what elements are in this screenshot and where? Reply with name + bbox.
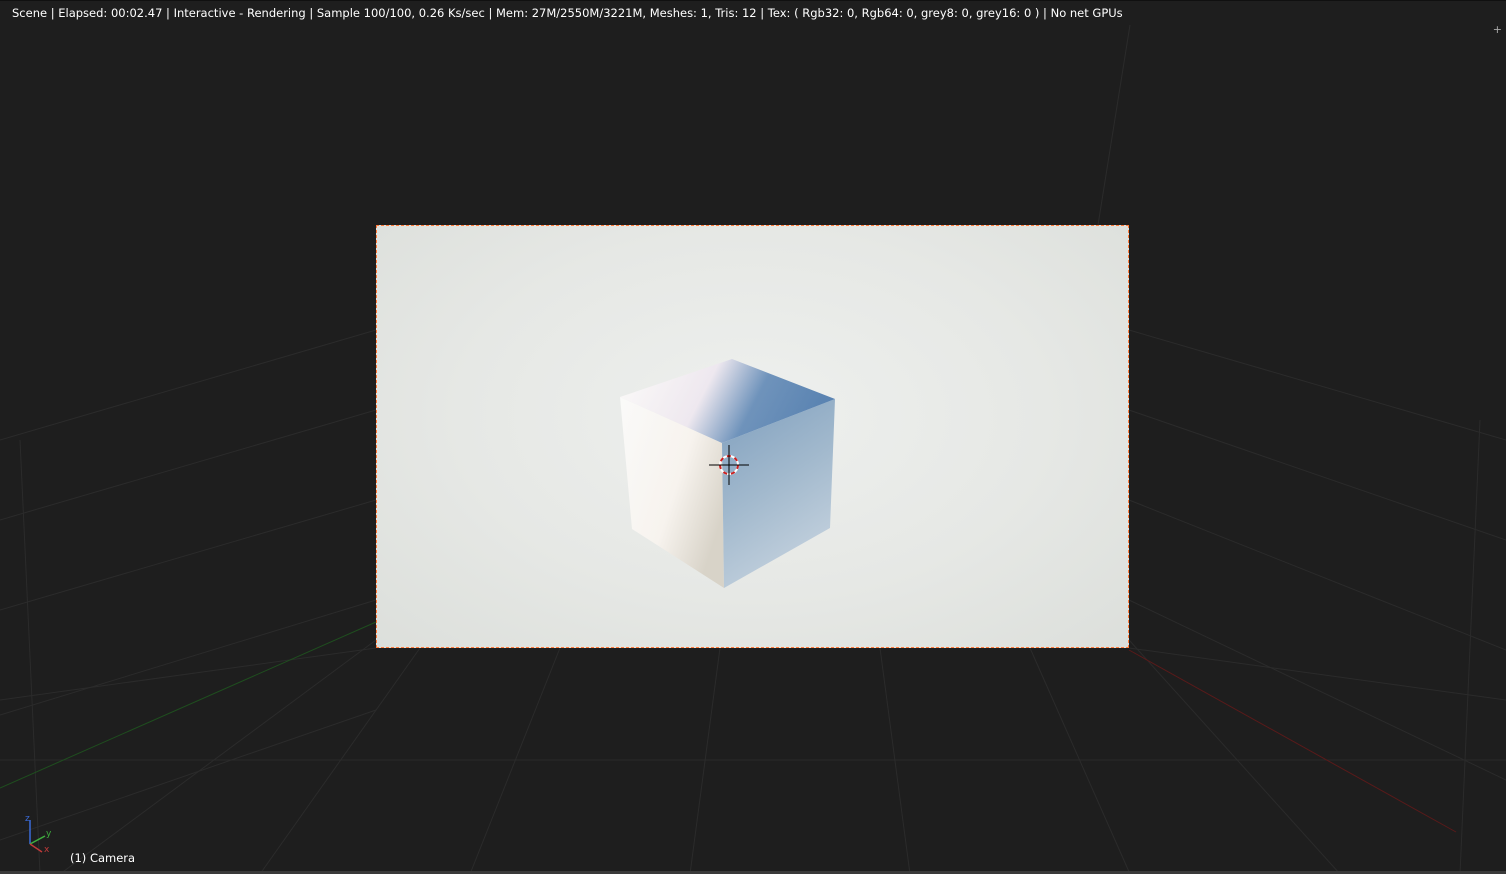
3d-viewport[interactable]: Scene | Elapsed: 00:02.47 | Interactive … xyxy=(0,0,1506,874)
axis-gizmo-icon: y x z xyxy=(25,814,52,855)
axis-z-label: z xyxy=(25,814,30,824)
area-split-icon[interactable]: + xyxy=(1493,24,1502,35)
axis-y-label: y xyxy=(46,829,52,839)
axis-x-label: x xyxy=(44,845,50,855)
rendered-cube xyxy=(620,359,835,588)
active-object-label: (1) Camera xyxy=(70,851,136,865)
render-status-text: Scene | Elapsed: 00:02.47 | Interactive … xyxy=(12,6,1123,20)
camera-view-render[interactable] xyxy=(376,225,1129,648)
